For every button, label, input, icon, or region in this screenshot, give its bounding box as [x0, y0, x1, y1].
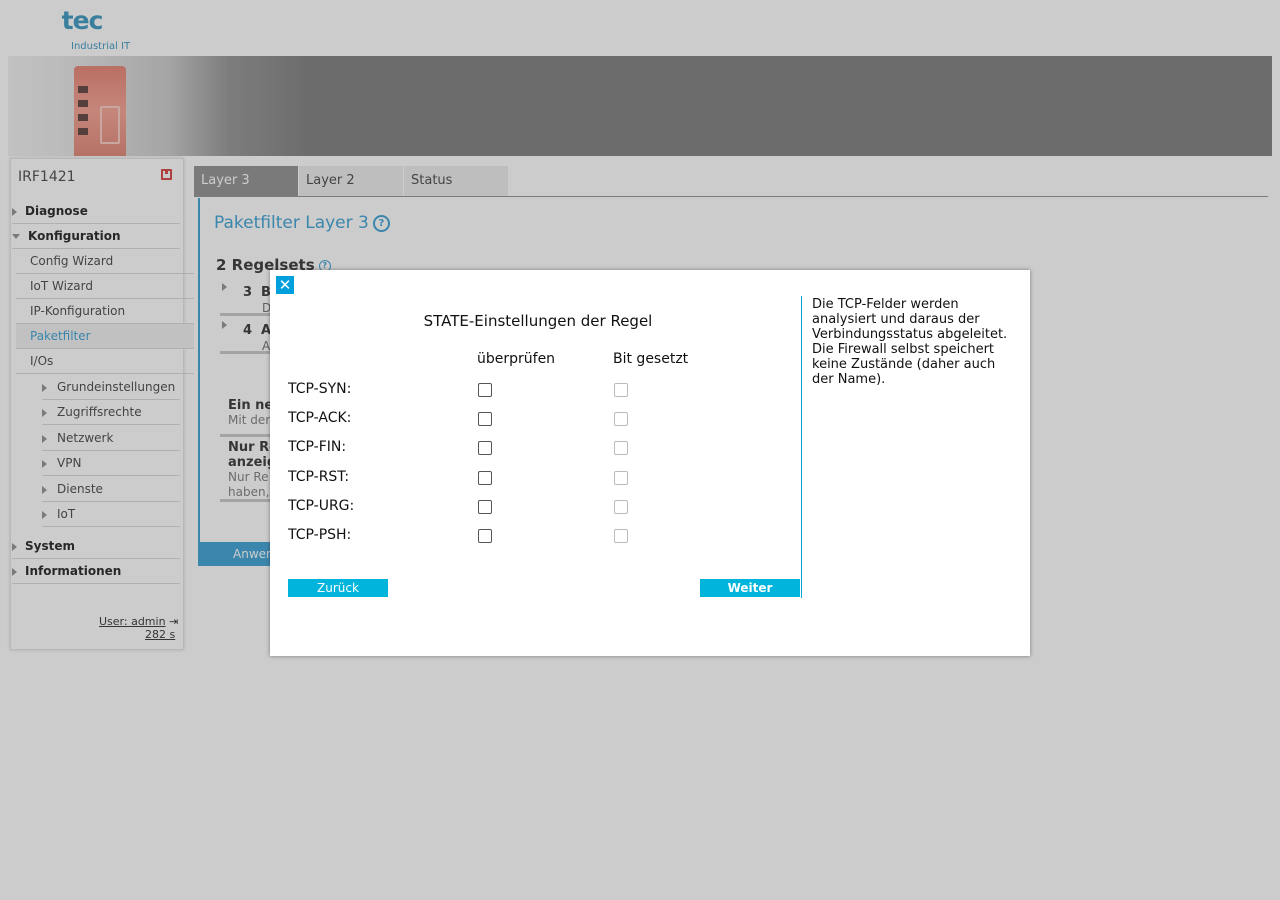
help-text: Die TCP-Felder werden analysiert und dar…	[812, 297, 1008, 387]
flag-label: TCP-FIN:	[288, 439, 347, 455]
check-checkbox[interactable]	[478, 412, 492, 426]
check-checkbox[interactable]	[478, 383, 492, 397]
bit-set-checkbox[interactable]	[614, 441, 628, 455]
bit-set-checkbox[interactable]	[614, 529, 628, 543]
flag-label: TCP-PSH:	[288, 527, 352, 543]
check-checkbox[interactable]	[478, 500, 492, 514]
bit-set-checkbox[interactable]	[614, 412, 628, 426]
bit-set-checkbox[interactable]	[614, 500, 628, 514]
check-checkbox[interactable]	[478, 471, 492, 485]
flag-label: TCP-RST:	[288, 469, 350, 485]
flag-label: TCP-SYN:	[288, 381, 352, 397]
close-icon[interactable]: ✕	[276, 276, 294, 294]
bit-set-checkbox[interactable]	[614, 383, 628, 397]
column-header-check: überprüfen	[477, 351, 556, 367]
bit-set-checkbox[interactable]	[614, 471, 628, 485]
column-header-bit: Bit gesetzt	[613, 351, 689, 367]
check-checkbox[interactable]	[478, 441, 492, 455]
check-checkbox[interactable]	[478, 529, 492, 543]
dialog-divider	[801, 296, 802, 598]
back-button[interactable]: Zurück	[288, 579, 388, 597]
next-button[interactable]: Weiter	[700, 579, 800, 597]
flag-label: TCP-URG:	[288, 498, 355, 514]
dialog-title: STATE-Einstellungen der Regel	[423, 312, 653, 330]
flag-label: TCP-ACK:	[288, 410, 352, 426]
